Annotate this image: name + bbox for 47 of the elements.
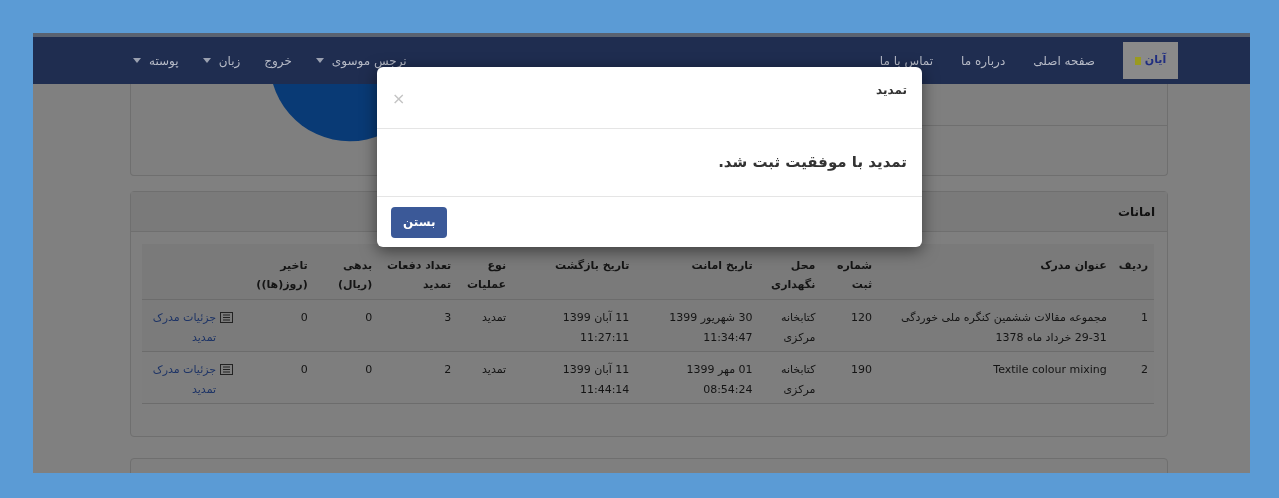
nav-menu[interactable]: نرجس موسوی	[315, 51, 407, 70]
panel-title: امانات	[1117, 203, 1155, 221]
table-cell: 30 شهریور 1399 11:34:47	[669, 311, 753, 344]
column-header: محل نگهداری	[771, 259, 816, 291]
close-modal-button[interactable]: بستن	[391, 206, 448, 238]
nav-link[interactable]: صفحه اصلی	[1033, 51, 1095, 70]
nav-menu[interactable]: خروج	[264, 51, 292, 70]
logo-mark-icon	[1134, 56, 1141, 65]
table-cell: 2	[444, 363, 452, 376]
modal-title: تمدید	[876, 82, 907, 99]
table-cell: کتابخانه مرکزی	[781, 311, 816, 344]
table-cell: کتابخانه مرکزی	[781, 363, 816, 396]
logo-text: آیان	[1144, 52, 1167, 69]
table-cell: تمدید	[482, 363, 507, 376]
table-cell: 0	[365, 363, 373, 376]
column-header: بدهی (ریال)	[338, 259, 373, 291]
table-cell: 0	[300, 363, 308, 376]
column-header: تاریخ امانت	[691, 259, 753, 272]
table-cell: 3	[444, 311, 452, 324]
table-cell: 11 آبان 1399 11:44:14	[562, 363, 630, 396]
table-cell: 120	[851, 311, 873, 324]
column-header: تاریخ بازگشت	[555, 259, 630, 272]
caret-icon	[315, 58, 324, 63]
modal-message: تمدید با موفقیت ثبت شد.	[718, 152, 907, 174]
nav-menu[interactable]: پوسته	[133, 51, 179, 70]
column-header: شماره ثبت	[836, 259, 873, 291]
column-header: تاخیر (روز(ها))	[256, 259, 308, 291]
caret-icon	[133, 58, 141, 63]
column-header: عنوان مدرک	[1040, 259, 1107, 272]
table-cell: Textile colour mixing	[993, 363, 1107, 376]
nav-menu[interactable]: زبان	[202, 51, 241, 70]
table-cell: 0	[365, 311, 373, 324]
list-icon	[220, 312, 234, 323]
column-header: نوع عملیات	[467, 259, 507, 291]
table-cell: 11 آبان 1399 11:27:11	[562, 311, 630, 344]
table-cell: 2	[1141, 363, 1148, 376]
table-cell: 190	[851, 363, 873, 376]
column-header: ردیف	[1118, 259, 1148, 272]
table-cell: 01 مهر 1399 08:54:24	[686, 363, 753, 396]
column-header: تعداد دفعات تمدید	[387, 259, 452, 291]
table-cell: 1	[1141, 311, 1148, 324]
list-icon	[220, 364, 234, 375]
nav-link[interactable]: درباره ما	[961, 51, 1006, 70]
table-cell: مجموعه مقالات ششمین کنگره ملی خوردگی 31-29 خرداد ماه 1378	[901, 311, 1107, 344]
caret-icon	[202, 58, 211, 63]
table-cell: 0	[300, 311, 308, 324]
table-cell: تمدید	[482, 311, 507, 324]
